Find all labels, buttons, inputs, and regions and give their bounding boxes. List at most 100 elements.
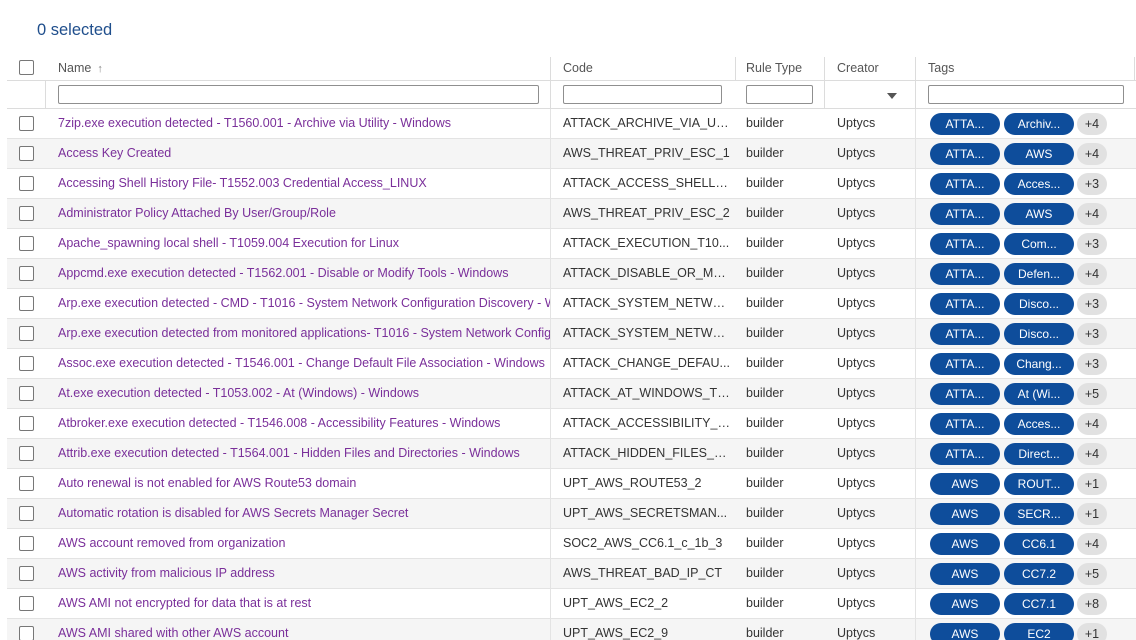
table-row[interactable]: Automatic rotation is disabled for AWS S… [7, 499, 1136, 529]
row-checkbox[interactable] [19, 476, 34, 491]
rule-name-link[interactable]: At.exe execution detected - T1053.002 - … [58, 379, 550, 408]
tag-chip[interactable]: AWS [1004, 143, 1074, 165]
tag-chip[interactable]: ATTA... [930, 233, 1000, 255]
rule-name-link[interactable]: Access Key Created [58, 139, 550, 168]
column-resize-handle[interactable] [915, 57, 916, 81]
more-tags-chip[interactable]: +3 [1077, 233, 1107, 255]
tag-chip[interactable]: ATTA... [930, 263, 1000, 285]
more-tags-chip[interactable]: +1 [1077, 623, 1107, 640]
row-checkbox[interactable] [19, 176, 34, 191]
tag-chip[interactable]: Chang... [1004, 353, 1074, 375]
tag-chip[interactable]: Archiv... [1004, 113, 1074, 135]
table-row[interactable]: Arp.exe execution detected from monitore… [7, 319, 1136, 349]
table-row[interactable]: AWS account removed from organization SOC… [7, 529, 1136, 559]
tag-chip[interactable]: Direct... [1004, 443, 1074, 465]
row-checkbox[interactable] [19, 536, 34, 551]
tag-chip[interactable]: AWS [930, 503, 1000, 525]
more-tags-chip[interactable]: +3 [1077, 173, 1107, 195]
tag-chip[interactable]: AWS [930, 623, 1000, 640]
tag-chip[interactable]: ATTA... [930, 293, 1000, 315]
rule-name-link[interactable]: Appcmd.exe execution detected - T1562.00… [58, 259, 550, 288]
tag-chip[interactable]: Disco... [1004, 293, 1074, 315]
tag-chip[interactable]: At (Wi... [1004, 383, 1074, 405]
tag-chip[interactable]: ATTA... [930, 203, 1000, 225]
row-checkbox[interactable] [19, 206, 34, 221]
rule-name-link[interactable]: Accessing Shell History File- T1552.003 … [58, 169, 550, 198]
table-row[interactable]: At.exe execution detected - T1053.002 - … [7, 379, 1136, 409]
table-row[interactable]: Apache_spawning local shell - T1059.004 … [7, 229, 1136, 259]
table-row[interactable]: AWS AMI shared with other AWS account UPT… [7, 619, 1136, 640]
more-tags-chip[interactable]: +4 [1077, 203, 1107, 225]
tag-chip[interactable]: EC2 [1004, 623, 1074, 640]
more-tags-chip[interactable]: +3 [1077, 353, 1107, 375]
tag-chip[interactable]: AWS [930, 533, 1000, 555]
row-checkbox[interactable] [19, 146, 34, 161]
table-row[interactable]: Arp.exe execution detected - CMD - T1016… [7, 289, 1136, 319]
column-resize-handle[interactable] [1134, 57, 1135, 81]
tag-chip[interactable]: CC6.1 [1004, 533, 1074, 555]
column-header-creator[interactable]: Creator [837, 55, 879, 81]
column-resize-handle[interactable] [550, 57, 551, 81]
column-header-name[interactable]: Name ↑ [58, 55, 103, 81]
rule-name-link[interactable]: AWS AMI shared with other AWS account [58, 619, 550, 640]
table-row[interactable]: AWS AMI not encrypted for data that is a… [7, 589, 1136, 619]
row-checkbox[interactable] [19, 236, 34, 251]
more-tags-chip[interactable]: +4 [1077, 263, 1107, 285]
tag-chip[interactable]: CC7.2 [1004, 563, 1074, 585]
row-checkbox[interactable] [19, 626, 34, 640]
rule-name-link[interactable]: Apache_spawning local shell - T1059.004 … [58, 229, 550, 258]
table-row[interactable]: AWS activity from malicious IP address AW… [7, 559, 1136, 589]
tag-chip[interactable]: ATTA... [930, 353, 1000, 375]
row-checkbox[interactable] [19, 506, 34, 521]
more-tags-chip[interactable]: +4 [1077, 113, 1107, 135]
table-row[interactable]: Administrator Policy Attached By User/Gr… [7, 199, 1136, 229]
rule-name-link[interactable]: AWS account removed from organization [58, 529, 550, 558]
rule-name-link[interactable]: Attrib.exe execution detected - T1564.00… [58, 439, 550, 468]
table-row[interactable]: Assoc.exe execution detected - T1546.001… [7, 349, 1136, 379]
rule-type-filter-input[interactable] [746, 85, 813, 104]
table-row[interactable]: Appcmd.exe execution detected - T1562.00… [7, 259, 1136, 289]
tag-chip[interactable]: ATTA... [930, 413, 1000, 435]
tag-chip[interactable]: CC7.1 [1004, 593, 1074, 615]
more-tags-chip[interactable]: +1 [1077, 473, 1107, 495]
row-checkbox[interactable] [19, 566, 34, 581]
tag-chip[interactable]: AWS [930, 473, 1000, 495]
more-tags-chip[interactable]: +5 [1077, 563, 1107, 585]
tag-chip[interactable]: AWS [930, 563, 1000, 585]
tag-chip[interactable]: ROUT... [1004, 473, 1074, 495]
rule-name-link[interactable]: Atbroker.exe execution detected - T1546.… [58, 409, 550, 438]
rule-name-link[interactable]: AWS activity from malicious IP address [58, 559, 550, 588]
table-row[interactable]: Access Key Created AWS_THREAT_PRIV_ESC_1 b… [7, 139, 1136, 169]
more-tags-chip[interactable]: +3 [1077, 323, 1107, 345]
creator-filter-select[interactable] [837, 85, 907, 105]
more-tags-chip[interactable]: +5 [1077, 383, 1107, 405]
tag-chip[interactable]: ATTA... [930, 173, 1000, 195]
table-row[interactable]: Attrib.exe execution detected - T1564.00… [7, 439, 1136, 469]
column-resize-handle[interactable] [824, 57, 825, 81]
tag-chip[interactable]: ATTA... [930, 113, 1000, 135]
column-resize-handle[interactable] [735, 57, 736, 81]
tag-chip[interactable]: Acces... [1004, 413, 1074, 435]
more-tags-chip[interactable]: +4 [1077, 413, 1107, 435]
row-checkbox[interactable] [19, 416, 34, 431]
row-checkbox[interactable] [19, 266, 34, 281]
tag-chip[interactable]: Com... [1004, 233, 1074, 255]
tag-chip[interactable]: Disco... [1004, 323, 1074, 345]
more-tags-chip[interactable]: +4 [1077, 143, 1107, 165]
tag-chip[interactable]: Defen... [1004, 263, 1074, 285]
row-checkbox[interactable] [19, 446, 34, 461]
tag-chip[interactable]: Acces... [1004, 173, 1074, 195]
table-row[interactable]: Atbroker.exe execution detected - T1546.… [7, 409, 1136, 439]
row-checkbox[interactable] [19, 296, 34, 311]
tag-chip[interactable]: ATTA... [930, 143, 1000, 165]
row-checkbox[interactable] [19, 116, 34, 131]
tag-chip[interactable]: SECR... [1004, 503, 1074, 525]
tags-filter-input[interactable] [928, 85, 1124, 104]
column-header-rule-type[interactable]: Rule Type [746, 55, 802, 81]
more-tags-chip[interactable]: +4 [1077, 533, 1107, 555]
more-tags-chip[interactable]: +8 [1077, 593, 1107, 615]
row-checkbox[interactable] [19, 326, 34, 341]
rule-name-link[interactable]: Arp.exe execution detected - CMD - T1016… [58, 289, 550, 318]
more-tags-chip[interactable]: +3 [1077, 293, 1107, 315]
select-all-checkbox[interactable] [19, 60, 34, 75]
